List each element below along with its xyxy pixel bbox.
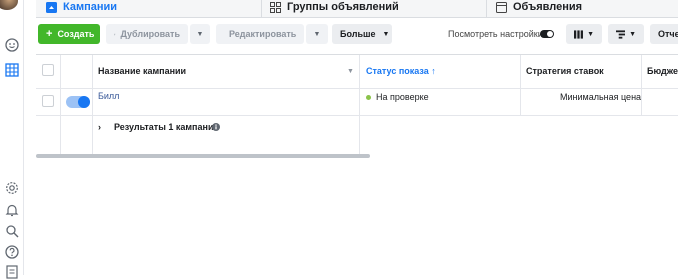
copy-icon xyxy=(114,33,116,35)
caret-down-icon: ▼ xyxy=(587,30,594,38)
column-header-bid-strategy[interactable]: Стратегия ставок xyxy=(526,65,604,77)
view-settings-toggle[interactable] xyxy=(540,30,554,38)
status-dot-icon xyxy=(366,94,371,100)
object-tabs: Кампании Группы объявлений Объявления xyxy=(36,0,678,18)
avatar[interactable] xyxy=(0,0,18,10)
bid-strategy-value: Минимальная цена xyxy=(560,92,642,102)
left-rail xyxy=(0,0,24,279)
info-icon[interactable] xyxy=(212,121,220,133)
select-all-checkbox[interactable] xyxy=(42,64,54,76)
caret-down-icon: ▼ xyxy=(629,30,636,38)
results-summary: Результаты 1 кампании xyxy=(114,122,220,132)
folder-icon xyxy=(46,1,57,13)
ad-icon xyxy=(496,1,507,13)
caret-down-icon: ▼ xyxy=(313,30,321,38)
campaigns-table: Название кампании ▼ Статус показа ↑ Стра… xyxy=(36,54,678,154)
column-header-name[interactable]: Название кампании xyxy=(98,65,186,77)
expand-chevron-icon[interactable]: › xyxy=(98,121,101,133)
tab-label: Кампании xyxy=(63,1,118,13)
tab-campaigns[interactable]: Кампании xyxy=(46,0,117,18)
table-icon[interactable] xyxy=(5,63,19,77)
tab-label: Группы объявлений xyxy=(287,1,399,13)
smiley-icon[interactable] xyxy=(5,38,19,52)
duplicate-button[interactable]: Дублировать xyxy=(106,24,188,44)
create-button[interactable]: + Создать xyxy=(38,24,100,44)
search-icon[interactable] xyxy=(5,224,19,238)
status-cell: На проверке xyxy=(366,91,429,103)
more-button[interactable]: Больше ▼ xyxy=(332,24,392,44)
reports-button[interactable]: Отче xyxy=(650,24,678,44)
columns-button[interactable]: ▼ xyxy=(566,24,602,44)
edit-dropdown[interactable]: ▼ xyxy=(306,24,328,44)
edit-button[interactable]: Редактировать xyxy=(216,24,304,44)
view-settings-label: Посмотреть настройки xyxy=(448,29,543,39)
settings-icon[interactable] xyxy=(5,181,19,195)
help-icon[interactable] xyxy=(5,245,19,259)
breakdown-icon xyxy=(616,29,626,39)
results-row: › Результаты 1 кампании xyxy=(36,115,678,139)
column-header-status[interactable]: Статус показа ↑ xyxy=(366,65,436,77)
table-row: Билл На проверке Минимальная цена xyxy=(36,89,678,115)
table-header: Название кампании ▼ Статус показа ↑ Стра… xyxy=(36,55,678,88)
status-text: На проверке xyxy=(376,92,429,102)
row-checkbox[interactable] xyxy=(42,95,54,107)
bell-icon[interactable] xyxy=(5,203,19,217)
toolbar: + Создать Дублировать ▼ Редактировать ▼ … xyxy=(36,24,678,46)
sort-caret-icon[interactable]: ▼ xyxy=(347,65,354,77)
breakdown-button[interactable]: ▼ xyxy=(608,24,644,44)
tab-label: Объявления xyxy=(513,1,583,13)
grid-icon xyxy=(270,1,281,13)
horizontal-scrollbar[interactable] xyxy=(36,154,370,158)
caret-down-icon: ▼ xyxy=(382,30,390,38)
duplicate-dropdown[interactable]: ▼ xyxy=(190,24,210,44)
tab-ad-sets[interactable]: Группы объявлений xyxy=(270,0,399,18)
column-header-budget[interactable]: Бюджет xyxy=(647,65,678,77)
campaign-name-link[interactable]: Билл xyxy=(98,90,119,102)
tab-ads[interactable]: Объявления xyxy=(496,0,582,18)
columns-icon xyxy=(574,29,583,39)
campaign-toggle[interactable] xyxy=(66,96,90,108)
plus-icon: + xyxy=(46,28,53,40)
report-icon[interactable] xyxy=(5,265,19,279)
caret-down-icon: ▼ xyxy=(196,30,204,38)
